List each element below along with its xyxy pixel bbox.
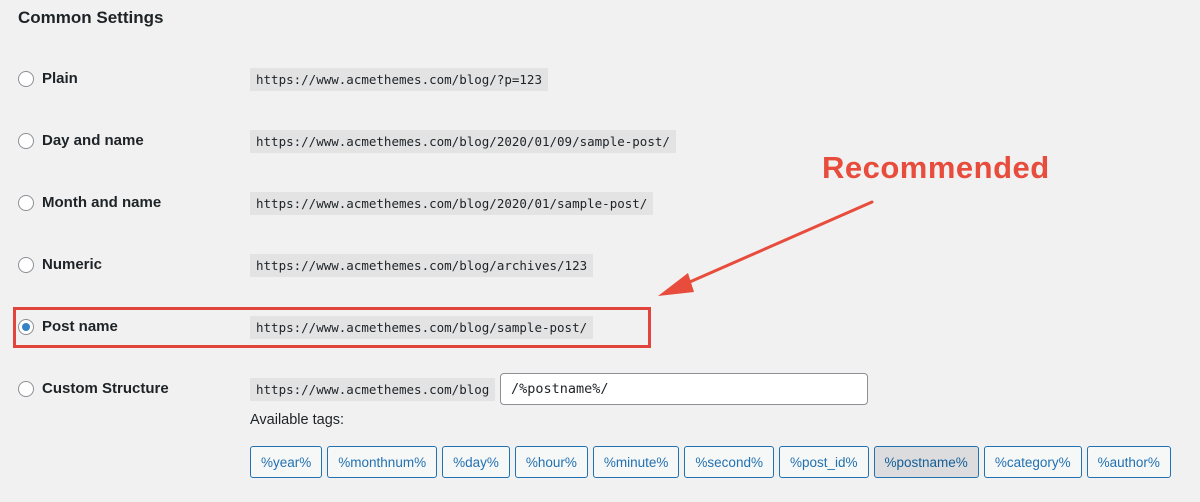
tag-minute-button[interactable]: %minute%: [592, 446, 680, 478]
url-example-post-name: https://www.acmethemes.com/blog/sample-p…: [250, 316, 594, 339]
radio-custom-structure[interactable]: [18, 381, 34, 397]
section-title: Common Settings: [18, 8, 164, 27]
option-label-custom-structure[interactable]: Custom Structure: [42, 380, 169, 397]
recommended-annotation: Recommended: [822, 150, 1050, 185]
option-month-and-name[interactable]: Month and name https://www.acmethemes.co…: [18, 190, 718, 220]
tag-year-button[interactable]: %year%: [250, 446, 323, 478]
tag-monthnum-button[interactable]: %monthnum%: [327, 446, 438, 478]
tag-hour-button[interactable]: %hour%: [514, 446, 588, 478]
option-label-plain[interactable]: Plain: [42, 70, 78, 87]
tag-author-button[interactable]: %author%: [1086, 446, 1171, 478]
option-label-day-and-name[interactable]: Day and name: [42, 132, 144, 149]
url-example-day-and-name: https://www.acmethemes.com/blog/2020/01/…: [250, 130, 676, 153]
tag-postname-button[interactable]: %postname%: [873, 446, 979, 478]
available-tags-bar: %year% %monthnum% %day% %hour% %minute% …: [250, 446, 1171, 478]
radio-plain[interactable]: [18, 71, 34, 87]
option-label-numeric[interactable]: Numeric: [42, 256, 102, 273]
url-base-custom-structure: https://www.acmethemes.com/blog: [250, 378, 496, 401]
url-example-month-and-name: https://www.acmethemes.com/blog/2020/01/…: [250, 192, 654, 215]
radio-post-name[interactable]: [18, 319, 34, 335]
custom-structure-input[interactable]: [500, 373, 868, 405]
tag-category-button[interactable]: %category%: [983, 446, 1082, 478]
radio-day-and-name[interactable]: [18, 133, 34, 149]
available-tags-label: Available tags:: [250, 412, 345, 428]
recommended-arrow-icon: [658, 200, 874, 296]
option-plain[interactable]: Plain https://www.acmethemes.com/blog/?p…: [18, 66, 718, 96]
radio-month-and-name[interactable]: [18, 195, 34, 211]
tag-day-button[interactable]: %day%: [442, 446, 510, 478]
tag-second-button[interactable]: %second%: [684, 446, 774, 478]
option-day-and-name[interactable]: Day and name https://www.acmethemes.com/…: [18, 128, 718, 158]
option-numeric[interactable]: Numeric https://www.acmethemes.com/blog/…: [18, 252, 718, 282]
tag-post-id-button[interactable]: %post_id%: [778, 446, 869, 478]
option-label-month-and-name[interactable]: Month and name: [42, 194, 161, 211]
radio-numeric[interactable]: [18, 257, 34, 273]
option-post-name[interactable]: Post name https://www.acmethemes.com/blo…: [18, 314, 718, 344]
url-example-plain: https://www.acmethemes.com/blog/?p=123: [250, 68, 548, 91]
url-example-numeric: https://www.acmethemes.com/blog/archives…: [250, 254, 594, 277]
option-label-post-name[interactable]: Post name: [42, 318, 118, 335]
